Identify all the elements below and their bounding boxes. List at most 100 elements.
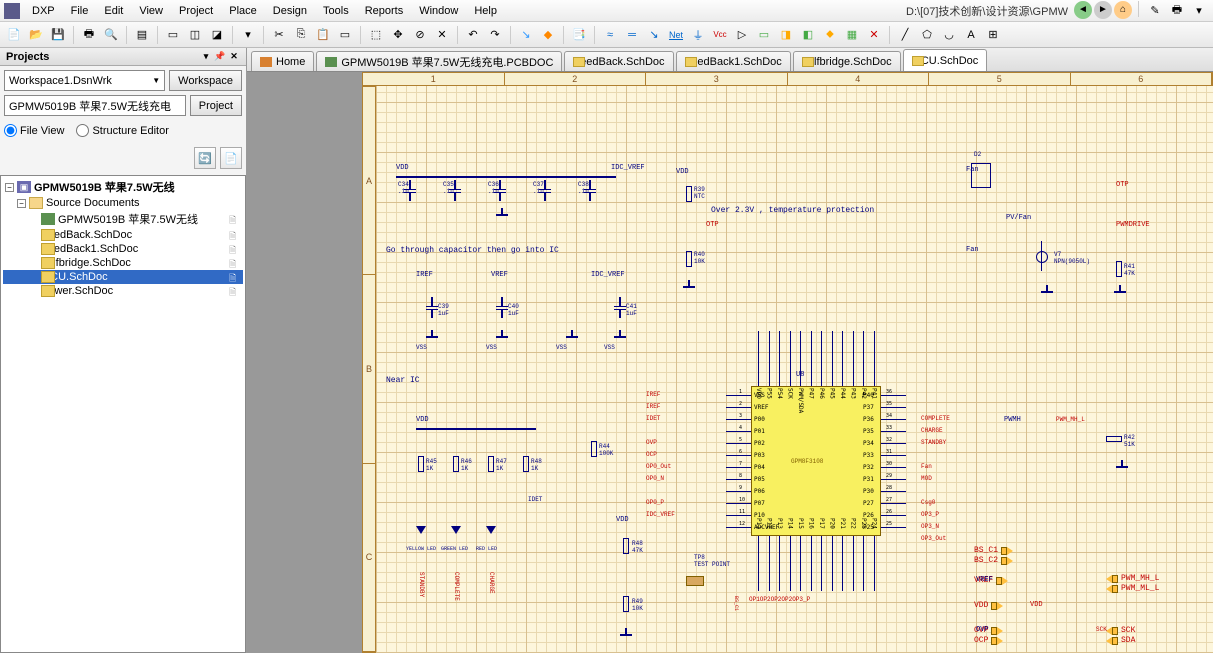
vcc-icon[interactable]: Vcc	[710, 25, 730, 45]
copy-icon[interactable]: ⎘	[291, 25, 311, 45]
cross-probe-icon[interactable]: ↘	[516, 25, 536, 45]
tab-MCU-SchDoc[interactable]: MCU.SchDoc	[903, 49, 988, 71]
arc-icon[interactable]: ◡	[939, 25, 959, 45]
port-OCP[interactable]: OCP	[974, 636, 1003, 645]
collapse-icon[interactable]: −	[5, 183, 14, 192]
panel-pin-icon[interactable]: 📌	[214, 51, 226, 63]
save-icon[interactable]: 💾	[48, 25, 68, 45]
testpoint[interactable]	[686, 576, 704, 586]
undo-icon[interactable]: ↶	[463, 25, 483, 45]
hierarchy-icon[interactable]: ▤	[132, 25, 152, 45]
device-sheet-icon[interactable]: ◧	[798, 25, 818, 45]
tree-doc-halfbridge-SchDoc[interactable]: halfbridge.SchDoc🗎	[3, 256, 243, 270]
paste-icon[interactable]: 📋	[313, 25, 333, 45]
menu-place[interactable]: Place	[221, 3, 265, 19]
port-SDA[interactable]: SDA	[1106, 636, 1135, 645]
cut-icon[interactable]: ✂	[269, 25, 289, 45]
menu-dxp[interactable]: DXP	[24, 3, 63, 19]
wire-icon[interactable]: ≈	[600, 25, 620, 45]
port-PWM_MH_L[interactable]: PWM_MH_L	[1106, 574, 1159, 583]
move-icon[interactable]: ✥	[388, 25, 408, 45]
print-icon[interactable]: 🖶	[79, 25, 99, 45]
port-BS_C2[interactable]: BS_C2	[974, 556, 1013, 565]
resistor[interactable]	[623, 538, 629, 554]
redo-icon[interactable]: ↷	[485, 25, 505, 45]
project-tree[interactable]: − ▣ GPMW5019B 苹果7.5W无线 − Source Document…	[0, 175, 246, 653]
report-icon[interactable]: 📄	[220, 147, 242, 169]
menu-help[interactable]: Help	[466, 3, 505, 19]
open-icon[interactable]: 📂	[26, 25, 46, 45]
tree-doc-FeedBack-SchDoc[interactable]: FeedBack.SchDoc🗎	[3, 228, 243, 242]
harness-icon[interactable]: ▦	[842, 25, 862, 45]
resistor[interactable]	[1116, 261, 1122, 277]
tree-folder[interactable]: − Source Documents	[3, 196, 243, 210]
project-combo[interactable]: GPMW5019B 苹果7.5W无线充电	[4, 95, 186, 116]
port-PWM_ML_L[interactable]: PWM_ML_L	[1106, 584, 1159, 593]
capacitor[interactable]	[426, 301, 438, 315]
collapse-icon[interactable]: −	[17, 199, 26, 208]
more-icon[interactable]: ▾	[1189, 1, 1209, 21]
menu-file[interactable]: File	[63, 3, 97, 19]
led[interactable]	[451, 526, 461, 534]
led[interactable]	[416, 526, 426, 534]
tab-FeedBack-SchDoc[interactable]: FeedBack.SchDoc	[564, 51, 673, 71]
resistor[interactable]	[686, 186, 692, 202]
part-icon[interactable]: ▷	[732, 25, 752, 45]
deselect-icon[interactable]: ⊘	[410, 25, 430, 45]
nav-fwd-icon[interactable]: ►	[1094, 1, 1112, 19]
zoom-fit-icon[interactable]: ▭	[163, 25, 183, 45]
array-icon[interactable]: ⊞	[983, 25, 1003, 45]
new-icon[interactable]: 📄	[4, 25, 24, 45]
menu-tools[interactable]: Tools	[315, 3, 357, 19]
text-icon[interactable]: A	[961, 25, 981, 45]
tree-doc-FeedBack1-SchDoc[interactable]: FeedBack1.SchDoc🗎	[3, 242, 243, 256]
compile-icon[interactable]: ▾	[238, 25, 258, 45]
menu-project[interactable]: Project	[171, 3, 221, 19]
menu-view[interactable]: View	[131, 3, 171, 19]
line-icon[interactable]: ╱	[895, 25, 915, 45]
diode-block[interactable]	[971, 163, 991, 188]
resistor[interactable]	[453, 456, 459, 472]
resistor[interactable]	[623, 596, 629, 612]
panel-close-icon[interactable]: ✕	[228, 51, 240, 63]
file-view-radio[interactable]: File View	[4, 124, 64, 137]
capacitor[interactable]	[614, 301, 626, 315]
browse-icon[interactable]: 📑	[569, 25, 589, 45]
resistor[interactable]	[418, 456, 424, 472]
bus-entry-icon[interactable]: ↘	[644, 25, 664, 45]
port-SCK[interactable]: SCK	[1106, 626, 1135, 635]
transistor[interactable]	[1036, 251, 1048, 263]
menu-edit[interactable]: Edit	[96, 3, 131, 19]
print-icon[interactable]: 🖶	[1167, 1, 1187, 21]
sheet-entry-icon[interactable]: ◨	[776, 25, 796, 45]
gnd-icon[interactable]: ⏚	[688, 25, 708, 45]
preview-icon[interactable]: 🔍	[101, 25, 121, 45]
tree-doc-GPMW5019B-7-5W-[interactable]: GPMW5019B 苹果7.5W无线🗎	[3, 210, 243, 228]
port-BS_C1[interactable]: BS_C1	[974, 546, 1013, 555]
structure-editor-radio[interactable]: Structure Editor	[76, 124, 168, 137]
no-erc-icon[interactable]: ✕	[864, 25, 884, 45]
menu-reports[interactable]: Reports	[357, 3, 412, 19]
tree-doc-Power-SchDoc[interactable]: Power.SchDoc🗎	[3, 284, 243, 298]
bus-icon[interactable]: ═	[622, 25, 642, 45]
resistor[interactable]	[523, 456, 529, 472]
capacitor[interactable]	[496, 301, 508, 315]
tab-halfbridge-SchDoc[interactable]: halfbridge.SchDoc	[793, 51, 901, 71]
sheet-symbol-icon[interactable]: ▭	[754, 25, 774, 45]
zoom-sel-icon[interactable]: ◪	[207, 25, 227, 45]
resistor[interactable]	[488, 456, 494, 472]
netlabel-icon[interactable]: Net	[666, 25, 686, 45]
xref-icon[interactable]: ◆	[538, 25, 558, 45]
led[interactable]	[486, 526, 496, 534]
workspace-combo[interactable]: Workspace1.DsnWrk▼	[4, 70, 165, 91]
resistor[interactable]	[686, 251, 692, 267]
schematic-sheet[interactable]: Over 2.3V , temperature protectionGo thr…	[376, 86, 1213, 653]
polygon-icon[interactable]: ⬠	[917, 25, 937, 45]
tab-Home[interactable]: Home	[251, 51, 314, 71]
tab-GPMW5019B-7-5W-PCBDOC[interactable]: GPMW5019B 苹果7.5W无线充电.PCBDOC	[316, 51, 562, 71]
schematic-canvas[interactable]: 123456 ABC Over 2.3V , temperature prote…	[247, 72, 1213, 653]
select-icon[interactable]: ⬚	[366, 25, 386, 45]
port-VDD[interactable]: VDD	[974, 601, 1003, 610]
tree-root[interactable]: − ▣ GPMW5019B 苹果7.5W无线	[3, 178, 243, 196]
resistor[interactable]	[1106, 436, 1122, 442]
